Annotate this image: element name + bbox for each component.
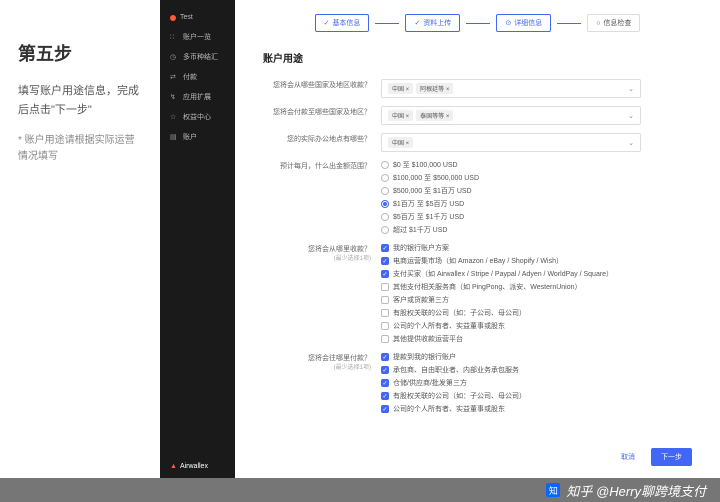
sidebar-item[interactable]: ∷账户一览 bbox=[160, 27, 235, 47]
stepper-step: ○ 信息检查 bbox=[587, 14, 640, 32]
radio-icon bbox=[381, 161, 389, 169]
step-description: 填写账户用途信息，完成后点击"下一步" bbox=[18, 82, 142, 119]
brand-dot-icon bbox=[170, 15, 176, 21]
checkbox-icon bbox=[381, 309, 389, 317]
checkbox-option[interactable]: 有股权关联的公司（如：子公司、母公司） bbox=[381, 391, 692, 401]
radio-icon bbox=[381, 187, 389, 195]
tag[interactable]: 中国 × bbox=[388, 110, 413, 121]
tag[interactable]: 中国 × bbox=[388, 137, 413, 148]
zhihu-icon: 知 bbox=[546, 483, 560, 497]
checkbox-option[interactable]: 我的银行账户方案 bbox=[381, 243, 692, 253]
section-title: 账户用途 bbox=[263, 50, 692, 65]
radio-icon bbox=[381, 226, 389, 234]
radio-option[interactable]: $500,000 至 $1百万 USD bbox=[381, 186, 692, 196]
stepper-step: ⊙ 详细信息 bbox=[496, 14, 551, 32]
checkbox-option[interactable]: 电商运营集市场（如 Amazon / eBay / Shopify / Wish… bbox=[381, 256, 692, 266]
checkbox-icon bbox=[381, 392, 389, 400]
checkbox-option[interactable]: 承包商、自由职业者、内部业务承包服务 bbox=[381, 365, 692, 375]
tag[interactable]: 阿根廷等 × bbox=[416, 83, 453, 94]
radio-icon bbox=[381, 213, 389, 221]
label-pay-method: 您将会往哪里付款？(最少选择1项) bbox=[263, 352, 381, 372]
checkbox-icon bbox=[381, 296, 389, 304]
step-note: * 账户用途请根据实际运营情况填写 bbox=[18, 133, 142, 165]
checkbox-icon bbox=[381, 379, 389, 387]
radio-icon bbox=[381, 200, 389, 208]
stepper-step: ✓ 资料上传 bbox=[405, 14, 460, 32]
checkbox-icon bbox=[381, 322, 389, 330]
watermark: 知 知乎 @Herry聊跨境支付 bbox=[0, 478, 720, 502]
checkbox-option[interactable]: 有股权关联的公司（如：子公司、母公司） bbox=[381, 308, 692, 318]
checkbox-icon bbox=[381, 405, 389, 413]
select-pay-to[interactable]: 中国 ×泰国等等 × ⌄ bbox=[381, 106, 641, 125]
receive-method-checks: 我的银行账户方案电商运营集市场（如 Amazon / eBay / Shopif… bbox=[381, 243, 692, 344]
label-receive-from: 您将会从哪些国家及地区收款？ bbox=[263, 79, 381, 91]
radio-option[interactable]: $100,000 至 $500,000 USD bbox=[381, 173, 692, 183]
menu-icon: ▤ bbox=[170, 133, 178, 141]
progress-stepper: ✓ 基本信息 ✓ 资料上传 ⊙ 详细信息 ○ 信息检查 bbox=[263, 14, 692, 32]
menu-icon: ∷ bbox=[170, 33, 178, 41]
checkbox-option[interactable]: 其他提供收款运营平台 bbox=[381, 334, 692, 344]
checkbox-option[interactable]: 仓储/供应商/批发第三方 bbox=[381, 378, 692, 388]
label-receive-method: 您将会从哪里收款？(最少选择1项) bbox=[263, 243, 381, 263]
radio-option[interactable]: $1百万 至 $5百万 USD bbox=[381, 199, 692, 209]
checkbox-icon bbox=[381, 353, 389, 361]
label-monthly-volume: 预计每月，什么出金额范围？ bbox=[263, 160, 381, 172]
label-pay-to: 您将会付款至哪些国家及地区？ bbox=[263, 106, 381, 118]
monthly-volume-radios: $0 至 $100,000 USD $100,000 至 $500,000 USD… bbox=[381, 160, 692, 235]
sidebar: Test ∷账户一览◷多币种结汇⇄付款↯应用扩展☆权益中心▤账户 ▲Airwal… bbox=[160, 0, 235, 478]
checkbox-option[interactable]: 其他支付相关服务商（如 PingPong、派安、WesternUnion） bbox=[381, 282, 692, 292]
instruction-panel: 第五步 填写账户用途信息，完成后点击"下一步" * 账户用途请根据实际运营情况填… bbox=[0, 0, 160, 478]
step-title: 第五步 bbox=[18, 40, 142, 66]
radio-option[interactable]: $5百万 至 $1千万 USD bbox=[381, 212, 692, 222]
chevron-down-icon: ⌄ bbox=[628, 139, 634, 147]
check-icon: ✓ bbox=[324, 19, 330, 27]
sidebar-footer-brand: ▲Airwallex bbox=[170, 463, 208, 470]
check-icon: ✓ bbox=[414, 19, 420, 27]
checkbox-icon bbox=[381, 257, 389, 265]
cancel-button[interactable]: 取消 bbox=[613, 448, 643, 466]
checkbox-option[interactable]: 支付买家（如 Airwallex / Stripe / Paypal / Ady… bbox=[381, 269, 692, 279]
label-company-loc: 您的实际办公地点有哪些？ bbox=[263, 133, 381, 145]
menu-icon: ☆ bbox=[170, 113, 178, 121]
sidebar-item[interactable]: ◷多币种结汇 bbox=[160, 47, 235, 67]
sidebar-brand[interactable]: Test bbox=[160, 8, 235, 27]
tag[interactable]: 中国 × bbox=[388, 83, 413, 94]
menu-icon: ◷ bbox=[170, 53, 178, 61]
select-company-loc[interactable]: 中国 × ⌄ bbox=[381, 133, 641, 152]
radio-icon bbox=[381, 174, 389, 182]
stepper-step: ✓ 基本信息 bbox=[315, 14, 370, 32]
chevron-down-icon: ⌄ bbox=[628, 85, 634, 93]
sidebar-item[interactable]: ☆权益中心 bbox=[160, 107, 235, 127]
pay-method-checks: 提款到我的银行账户承包商、自由职业者、内部业务承包服务仓储/供应商/批发第三方有… bbox=[381, 352, 692, 414]
checkbox-icon bbox=[381, 244, 389, 252]
sidebar-item[interactable]: ⇄付款 bbox=[160, 67, 235, 87]
checkbox-option[interactable]: 提款到我的银行账户 bbox=[381, 352, 692, 362]
menu-icon: ⇄ bbox=[170, 73, 178, 81]
radio-option[interactable]: $0 至 $100,000 USD bbox=[381, 160, 692, 170]
checkbox-option[interactable]: 客户或货款第三方 bbox=[381, 295, 692, 305]
checkbox-option[interactable]: 公司的个人所有者、实益董事或股东 bbox=[381, 404, 692, 414]
sidebar-item[interactable]: ▤账户 bbox=[160, 127, 235, 147]
chevron-down-icon: ⌄ bbox=[628, 112, 634, 120]
next-button[interactable]: 下一步 bbox=[651, 448, 692, 466]
checkbox-icon bbox=[381, 335, 389, 343]
checkbox-icon bbox=[381, 283, 389, 291]
menu-icon: ↯ bbox=[170, 93, 178, 101]
radio-option[interactable]: 超过 $1千万 USD bbox=[381, 225, 692, 235]
select-receive-from[interactable]: 中国 ×阿根廷等 × ⌄ bbox=[381, 79, 641, 98]
checkbox-option[interactable]: 公司的个人所有者、实益董事或股东 bbox=[381, 321, 692, 331]
main-content: ✓ 基本信息 ✓ 资料上传 ⊙ 详细信息 ○ 信息检查 账户用途 您将会从哪些国家及地… bbox=[235, 0, 720, 478]
checkbox-icon bbox=[381, 270, 389, 278]
checkbox-icon bbox=[381, 366, 389, 374]
tag[interactable]: 泰国等等 × bbox=[416, 110, 453, 121]
sidebar-item[interactable]: ↯应用扩展 bbox=[160, 87, 235, 107]
